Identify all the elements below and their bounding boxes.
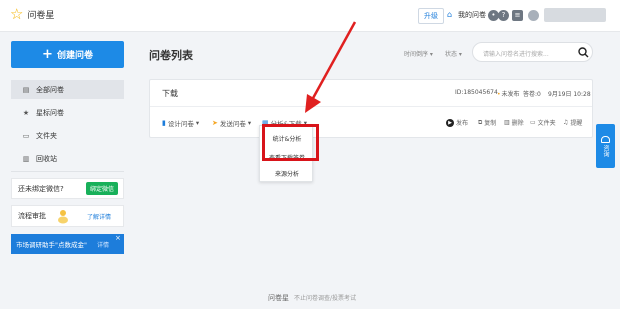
publish-button[interactable]: ▶ 发布	[446, 118, 468, 127]
logo[interactable]: ☆ 问卷星	[10, 7, 54, 22]
design-survey-label: 设计问卷	[167, 120, 194, 128]
folder-label: 文件夹	[537, 120, 556, 127]
my-surveys-label: 我的问卷	[458, 11, 486, 19]
upgrade-button[interactable]: 升级	[418, 8, 444, 24]
star-icon: ★	[22, 108, 30, 117]
home-icon: ⌂	[447, 10, 453, 19]
search-input[interactable]: 请输入问卷名进行搜索...	[472, 42, 593, 62]
create-survey-button[interactable]: + 创建问卷	[11, 41, 124, 68]
search-placeholder: 请输入问卷名进行搜索...	[483, 51, 549, 58]
wechat-prompt: 还未绑定微信?	[18, 184, 64, 193]
promo-detail-link[interactable]: 详情	[97, 240, 109, 249]
delete-button[interactable]: ▥ 删除	[504, 118, 524, 127]
copy-label: 复制	[484, 120, 497, 127]
survey-date: 9月19日 10:28	[548, 91, 591, 98]
sidebar-item-trash[interactable]: ▥ 回收站	[11, 149, 124, 168]
delete-label: 删除	[511, 120, 524, 127]
wechat-bind-panel: 还未绑定微信? 绑定微信	[11, 178, 124, 199]
avatar[interactable]	[528, 10, 539, 21]
survey-title[interactable]: 下载	[162, 88, 178, 99]
copy-button[interactable]: ⧉ 复制	[478, 118, 497, 128]
logo-text: 问卷星	[27, 11, 55, 21]
dropdown-item-source-analysis[interactable]: 来源分析	[260, 169, 314, 178]
folder-button[interactable]: ▭ 文件夹	[530, 118, 556, 127]
send-survey-label: 发送问卷	[219, 120, 246, 128]
bell-icon: ♫	[563, 119, 569, 126]
answer-count: 答卷:0	[523, 91, 541, 98]
design-survey-button[interactable]: ▮ 设计问卷 ▾	[162, 118, 199, 128]
chevron-down-icon: ▾	[195, 119, 200, 127]
sort-status-select[interactable]: 状态 ▾	[445, 49, 462, 58]
survey-id: ID:185045674	[455, 89, 498, 96]
highlight-box	[262, 124, 319, 161]
sort-time-select[interactable]: 时间倒序 ▾	[404, 49, 433, 58]
message-icon[interactable]: ≡	[512, 10, 523, 21]
sidebar-item-starred[interactable]: ★ 星标问卷	[11, 103, 124, 122]
bind-wechat-button[interactable]: 绑定微信	[85, 182, 118, 195]
status-badge: 未发布	[497, 89, 520, 98]
my-surveys-link[interactable]: ⌂ 我的问卷	[447, 10, 486, 20]
card-divider	[150, 106, 592, 107]
star-logo-icon: ☆	[10, 5, 24, 23]
sidebar-item-label: 星标问卷	[36, 108, 64, 117]
remind-label: 提醒	[570, 120, 583, 127]
footer: 问卷星 不止问卷调查/投票考试	[268, 293, 356, 303]
send-icon: ➤	[212, 119, 218, 127]
user-menu[interactable]	[544, 8, 606, 22]
sidebar-item-folders[interactable]: ▭ 文件夹	[11, 126, 124, 145]
sidebar-item-label: 文件夹	[36, 131, 57, 140]
consult-button[interactable]: 咨询	[596, 124, 615, 168]
folder-icon: ▭	[22, 131, 30, 140]
coin-figure-icon	[58, 210, 68, 224]
document-icon: ▤	[22, 85, 30, 94]
sidebar-item-label: 回收站	[36, 154, 57, 163]
consult-label: 咨询	[602, 144, 609, 157]
footer-slogan: 不止问卷调查/投票考试	[294, 295, 357, 302]
sidebar-item-label: 全部问卷	[36, 85, 64, 94]
page-title: 问卷列表	[149, 49, 193, 62]
flow-approval-label: 流程审批	[18, 212, 46, 220]
folder-icon: ▭	[530, 119, 536, 126]
footer-brand: 问卷星	[268, 294, 289, 302]
sidebar-nav: ▤ 全部问卷 ★ 星标问卷 ▭ 文件夹 ▥ 回收站	[11, 80, 124, 172]
sidebar-item-all-surveys[interactable]: ▤ 全部问卷	[11, 80, 124, 99]
sidebar-divider	[11, 171, 124, 172]
chevron-down-icon: ▾	[247, 119, 252, 127]
sort-time-label: 时间倒序	[404, 51, 429, 58]
promo-banner-text: 市场调研助手"点数成金"	[16, 241, 87, 249]
trash-icon: ▥	[22, 154, 30, 163]
play-icon: ▶	[446, 118, 454, 127]
edit-icon: ▮	[162, 119, 166, 127]
top-header: ☆ 问卷星 升级 ⌂ 我的问卷 • ? ≡	[0, 0, 620, 32]
promo-banner[interactable]: 市场调研助手"点数成金" 详情 ×	[11, 234, 124, 254]
plus-icon: +	[42, 47, 53, 62]
remind-button[interactable]: ♫ 提醒	[563, 118, 582, 127]
headset-icon	[601, 135, 610, 143]
copy-icon: ⧉	[478, 118, 483, 126]
close-icon[interactable]: ×	[115, 234, 121, 242]
flow-learn-more-link[interactable]: 了解详情	[87, 212, 111, 221]
flow-approval-panel: 流程审批 了解详情	[11, 205, 124, 227]
create-survey-label: 创建问卷	[56, 51, 93, 61]
trash-icon: ▥	[504, 119, 510, 126]
search-icon[interactable]	[577, 46, 590, 59]
send-survey-button[interactable]: ➤ 发送问卷 ▾	[212, 118, 251, 128]
publish-label: 发布	[456, 120, 469, 127]
survey-card: 下载 ID:185045674 未发布 答卷:0 9月19日 10:28 ▮ 设…	[149, 79, 593, 138]
sort-status-label: 状态	[445, 51, 458, 58]
help-icon[interactable]: ?	[498, 10, 509, 21]
